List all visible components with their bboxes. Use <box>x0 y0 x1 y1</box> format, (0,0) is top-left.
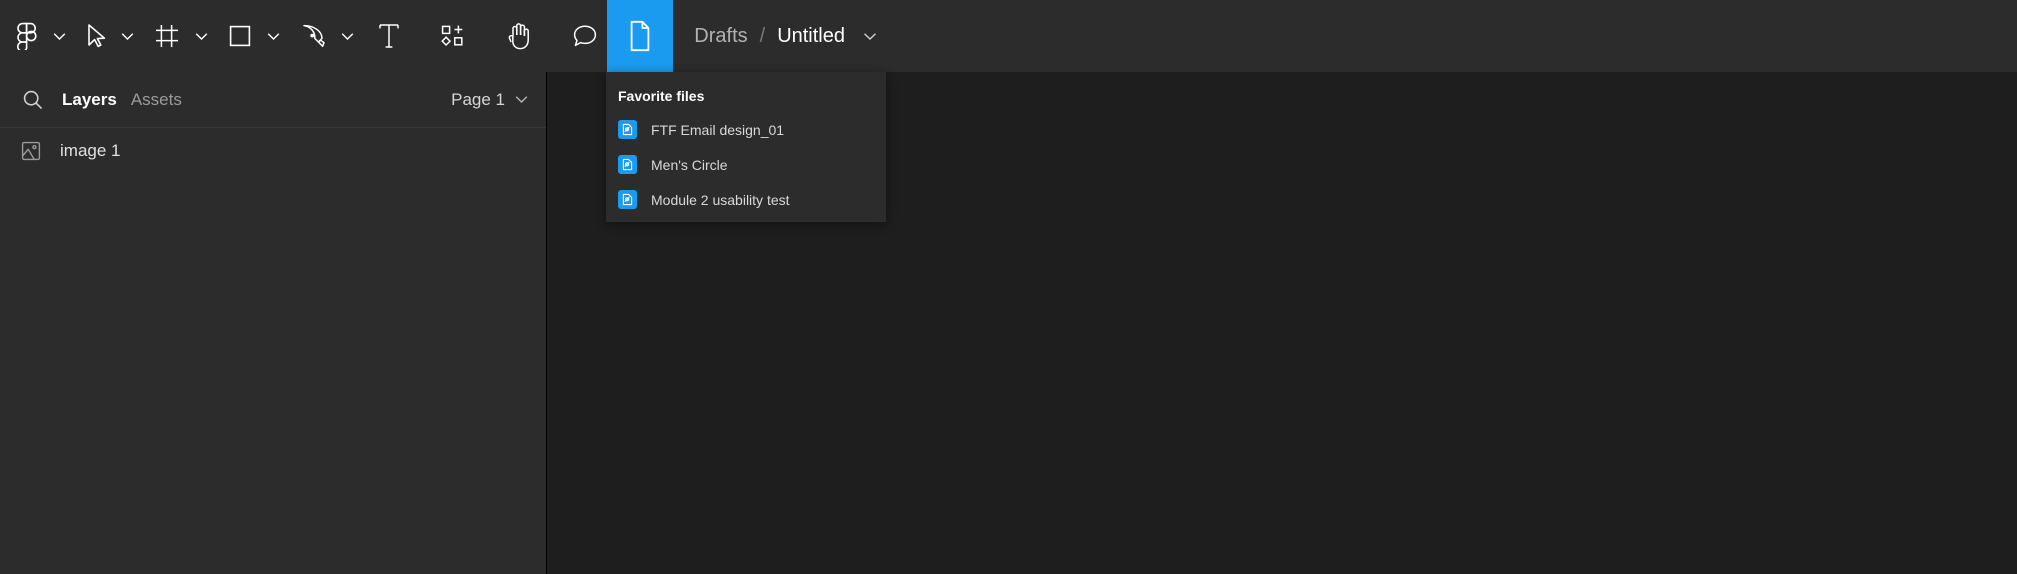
frame-icon[interactable] <box>138 0 190 72</box>
components-icon[interactable] <box>420 0 486 72</box>
frame-tool[interactable] <box>138 0 212 72</box>
file-name: Module 2 usability test <box>651 191 790 208</box>
figma-logo-icon[interactable] <box>0 0 48 72</box>
pen-tool-chevron-down-icon[interactable] <box>336 0 358 72</box>
file-menu-chevron-down-icon[interactable] <box>863 32 877 41</box>
breadcrumb: Drafts / Untitled <box>694 0 2017 72</box>
figma-file-icon <box>618 155 637 174</box>
file-name: FTF Email design_01 <box>651 121 785 138</box>
breadcrumb-file-name[interactable]: Untitled <box>777 25 845 48</box>
layer-name: image 1 <box>60 141 121 160</box>
list-item[interactable]: Men's Circle <box>606 147 886 182</box>
left-sidebar: Layers Assets Page 1 image 1 <box>0 72 547 574</box>
page-selector-chevron-down-icon <box>515 95 528 104</box>
image-icon <box>18 138 44 164</box>
shape-tool-chevron-down-icon[interactable] <box>262 0 284 72</box>
tab-assets[interactable]: Assets <box>131 90 182 110</box>
page-selector[interactable]: Page 1 <box>451 90 528 110</box>
file-name: Men's Circle <box>651 156 728 173</box>
hand-icon[interactable] <box>486 0 552 72</box>
move-cursor-icon[interactable] <box>70 0 116 72</box>
figma-menu-tool[interactable] <box>0 0 70 72</box>
pen-tool[interactable] <box>284 0 358 72</box>
figma-menu-chevron-down-icon[interactable] <box>48 0 70 72</box>
top-toolbar: Drafts / Untitled <box>0 0 2017 72</box>
sidebar-header: Layers Assets Page 1 <box>0 72 546 128</box>
pen-icon[interactable] <box>284 0 336 72</box>
files-tab-button[interactable] <box>607 0 673 72</box>
list-item[interactable]: Module 2 usability test <box>606 182 886 217</box>
dropdown-title: Favorite files <box>618 88 705 104</box>
rectangle-icon[interactable] <box>212 0 262 72</box>
tab-layers[interactable]: Layers <box>62 90 117 110</box>
move-tool[interactable] <box>70 0 138 72</box>
text-icon[interactable] <box>358 0 420 72</box>
figma-app-window: Drafts / Untitled Layers Assets Page 1 i… <box>0 0 2017 574</box>
figma-file-icon <box>618 190 637 209</box>
shape-tool[interactable] <box>212 0 284 72</box>
list-item[interactable]: FTF Email design_01 <box>606 112 886 147</box>
favorite-files-dropdown: Favorite files FTF Email design_01 Men's <box>606 72 886 222</box>
page-selector-label: Page 1 <box>451 89 505 109</box>
breadcrumb-separator: / <box>759 24 766 47</box>
frame-tool-chevron-down-icon[interactable] <box>190 0 212 72</box>
figma-file-icon <box>618 120 637 139</box>
search-icon[interactable] <box>18 85 48 115</box>
move-tool-chevron-down-icon[interactable] <box>116 0 138 72</box>
list-item[interactable]: image 1 <box>0 128 546 174</box>
breadcrumb-project[interactable]: Drafts <box>694 25 747 48</box>
